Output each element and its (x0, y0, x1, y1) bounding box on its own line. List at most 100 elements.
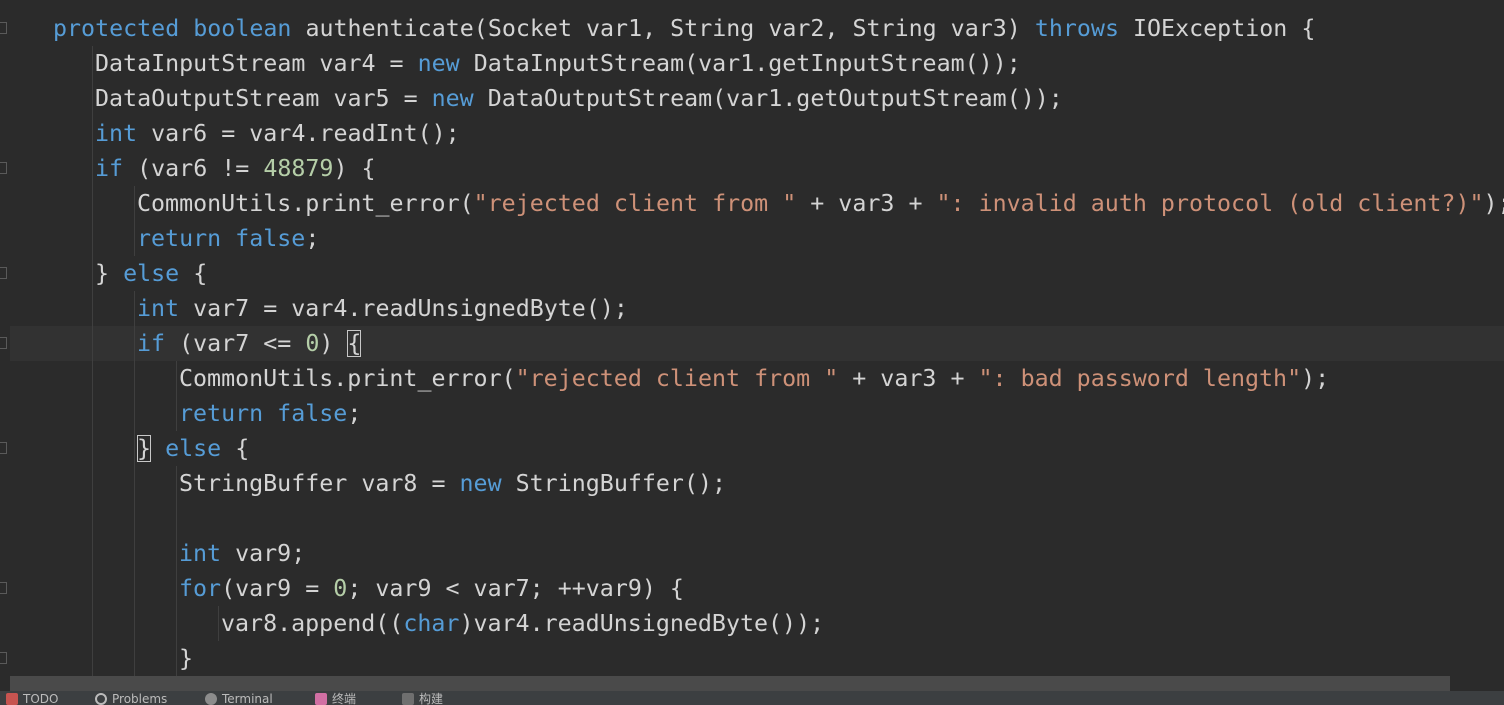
code-token: new (459, 470, 502, 497)
code-token: ); (1301, 365, 1330, 392)
code-token: { (347, 330, 362, 357)
code-line[interactable]: } else { (137, 431, 249, 466)
code-token: (var9 = (221, 575, 334, 602)
code-line[interactable]: var8.append((char)var4.readUnsignedByte(… (221, 606, 824, 641)
code-line[interactable]: for(var9 = 0; var9 < var7; ++var9) { (179, 571, 684, 606)
code-line[interactable]: if (var7 <= 0) { (137, 326, 362, 361)
fold-marker[interactable] (0, 267, 7, 279)
code-token: ; var9 < var7; ++var9) { (347, 575, 684, 602)
code-token: var7 = var4.readUnsignedByte(); (179, 295, 628, 322)
tool-tab-label: 终端 (332, 692, 357, 705)
fold-marker[interactable] (0, 652, 7, 664)
code-token: + var3 + (838, 365, 979, 392)
tool-tab-label: Problems (112, 692, 168, 705)
code-token: else (123, 260, 180, 287)
problems-icon (95, 693, 107, 705)
code-token: ); (1483, 190, 1504, 217)
code-token: 48879 (263, 155, 334, 182)
code-editor[interactable]: protected boolean authenticate(Socket va… (0, 0, 1504, 676)
code-token: 0 (333, 575, 348, 602)
tool-tab-terminal[interactable]: Terminal (205, 693, 273, 705)
code-token: for (179, 575, 222, 602)
todo-icon (6, 693, 18, 705)
code-token: ; (305, 225, 320, 252)
indent-guide (218, 606, 219, 641)
fold-marker[interactable] (0, 442, 7, 454)
tool-tab-todo[interactable]: TODO (6, 693, 58, 705)
code-line[interactable]: if (var6 != 48879) { (95, 151, 376, 186)
code-token: (var6 != (123, 155, 264, 182)
debug-icon (402, 693, 414, 705)
code-token: if (137, 330, 166, 357)
terminal-icon (205, 693, 217, 705)
code-token: )var4.readUnsignedByte()); (459, 610, 825, 637)
code-token: int (95, 120, 138, 147)
build-icon (315, 693, 327, 705)
code-token: CommonUtils.print_error( (179, 365, 516, 392)
tool-window-bar: TODO Problems Terminal 终端 构建 (0, 691, 1504, 705)
code-line[interactable]: CommonUtils.print_error("rejected client… (137, 186, 1504, 221)
code-token: { (221, 435, 250, 462)
code-token: var6 = var4.readInt(); (137, 120, 460, 147)
fold-marker[interactable] (0, 337, 7, 349)
code-token: ": invalid auth protocol (old client?)" (936, 190, 1484, 217)
code-token: return false (179, 400, 348, 427)
code-token: DataInputStream var4 = (95, 50, 418, 77)
code-token: ) { (333, 155, 376, 182)
code-line[interactable]: int var9; (179, 536, 305, 571)
code-token: 0 (305, 330, 320, 357)
code-token: ; (347, 400, 362, 427)
code-token: DataOutputStream var5 = (95, 85, 432, 112)
code-token: CommonUtils.print_error( (137, 190, 474, 217)
code-token: throws (1034, 15, 1119, 42)
code-token: if (95, 155, 124, 182)
code-token: } (137, 435, 152, 462)
code-token: "rejected client from " (515, 365, 839, 392)
tool-tab-label: TODO (23, 692, 59, 705)
tool-tab-label: Terminal (222, 692, 273, 705)
code-line[interactable]: } (179, 641, 193, 676)
code-token: StringBuffer(); (501, 470, 727, 497)
code-line[interactable]: } else { (95, 256, 207, 291)
fold-marker[interactable] (0, 162, 7, 174)
code-token: return false (137, 225, 306, 252)
tool-tab-build[interactable]: 终端 (315, 693, 356, 705)
code-token: "rejected client from " (473, 190, 797, 217)
code-token: + var3 + (796, 190, 937, 217)
horizontal-scrollbar-thumb[interactable] (10, 676, 1450, 691)
tool-tab-debug[interactable]: 构建 (402, 693, 443, 705)
fold-gutter (0, 0, 10, 676)
code-token: new (417, 50, 460, 77)
code-line[interactable]: StringBuffer var8 = new StringBuffer(); (179, 466, 726, 501)
code-token: int (137, 295, 180, 322)
code-token: new (431, 85, 474, 112)
code-line[interactable]: int var7 = var4.readUnsignedByte(); (137, 291, 628, 326)
code-token: IOException { (1118, 15, 1316, 42)
code-line[interactable]: protected boolean authenticate(Socket va… (53, 11, 1315, 46)
code-line[interactable]: return false; (179, 396, 361, 431)
tool-tab-label: 构建 (419, 692, 444, 705)
code-line[interactable]: DataOutputStream var5 = new DataOutputSt… (95, 81, 1063, 116)
code-token: (var7 <= (165, 330, 306, 357)
code-token: { (179, 260, 208, 287)
code-token: int (179, 540, 222, 567)
code-token: DataOutputStream(var1.getOutputStream())… (473, 85, 1063, 112)
code-line[interactable]: CommonUtils.print_error("rejected client… (179, 361, 1329, 396)
fold-marker[interactable] (0, 582, 7, 594)
code-line[interactable]: return false; (137, 221, 319, 256)
code-token: StringBuffer var8 = (179, 470, 460, 497)
code-token: var8.append(( (221, 610, 404, 637)
tool-tab-problems[interactable]: Problems (95, 693, 167, 705)
code-token: ) (319, 330, 348, 357)
code-token: } (179, 645, 194, 672)
code-line[interactable]: int var6 = var4.readInt(); (95, 116, 460, 151)
code-token: protected boolean (53, 15, 292, 42)
code-line[interactable]: DataInputStream var4 = new DataInputStre… (95, 46, 1021, 81)
code-token: } (95, 260, 124, 287)
code-token: authenticate(Socket var1, String var2, S… (291, 15, 1035, 42)
indent-guide (134, 186, 135, 256)
fold-marker[interactable] (0, 22, 7, 34)
indent-guide (92, 46, 93, 676)
code-token: else (165, 435, 222, 462)
